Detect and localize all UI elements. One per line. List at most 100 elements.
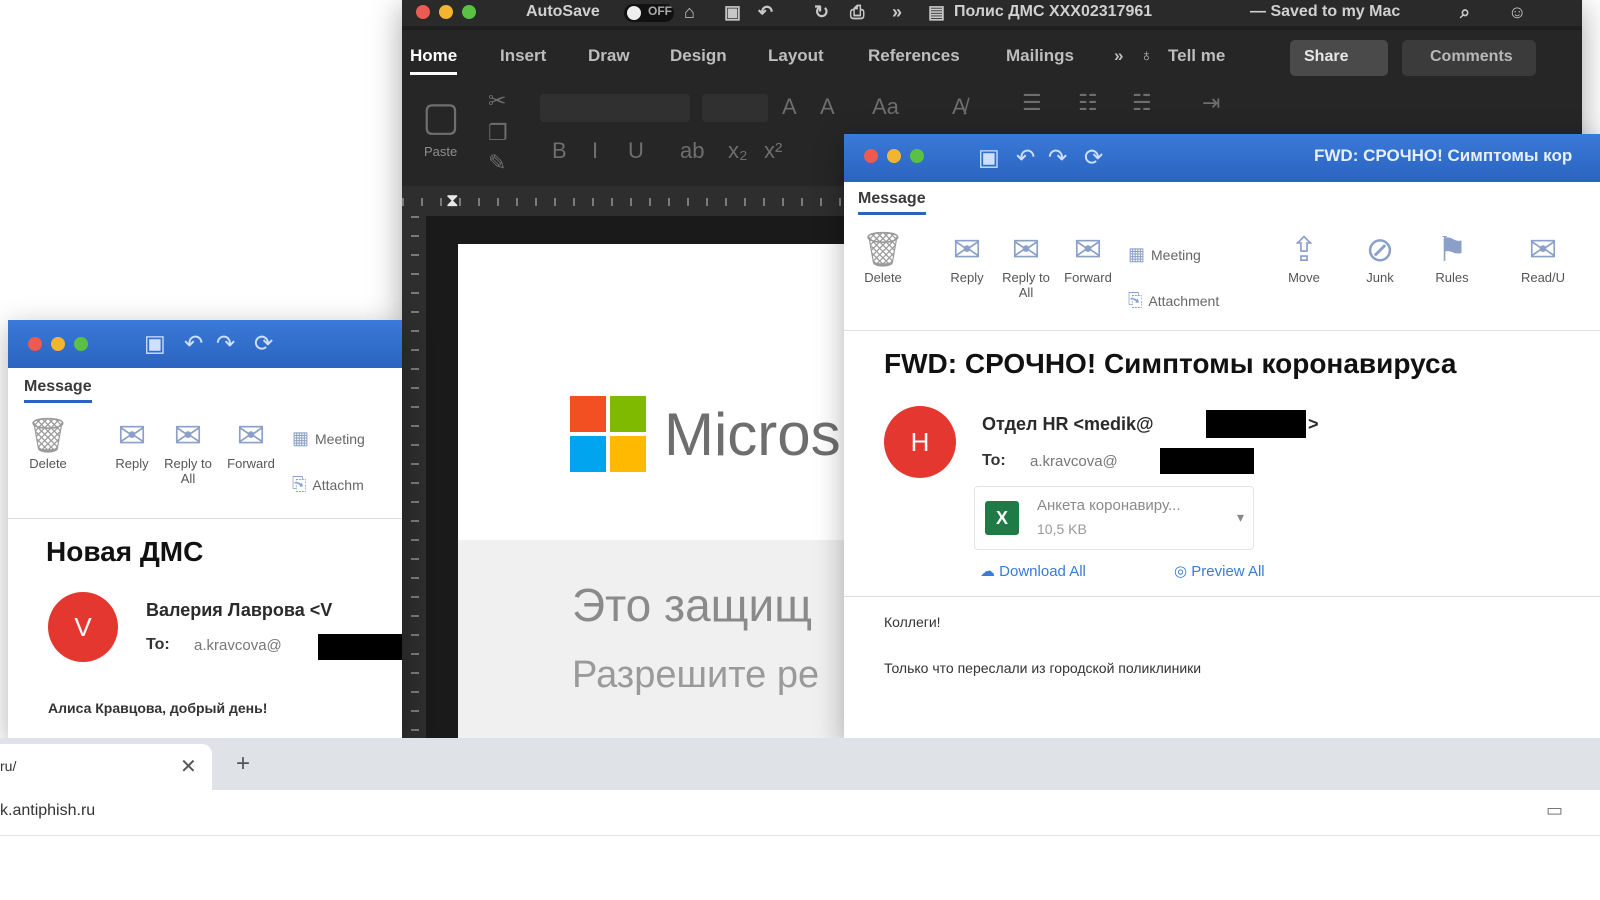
tab-layout[interactable]: Layout bbox=[768, 46, 824, 66]
clear-formatting-icon[interactable]: A̸ bbox=[952, 94, 967, 120]
indent-icon[interactable]: ⇥ bbox=[1202, 90, 1220, 116]
reply-button[interactable]: ✉ Reply bbox=[106, 416, 158, 471]
paste-icon[interactable]: ▢ bbox=[422, 94, 460, 140]
subscript-icon[interactable]: x₂ bbox=[728, 138, 748, 164]
undo-icon[interactable]: ↶ bbox=[758, 2, 773, 23]
tell-me-search[interactable]: Tell me bbox=[1168, 46, 1225, 66]
tab-design[interactable]: Design bbox=[670, 46, 727, 66]
address-bar[interactable]: k.antiphish.ru ▭ bbox=[0, 790, 1600, 836]
meeting-button[interactable]: ▦ Meeting bbox=[292, 428, 365, 449]
reply-button[interactable]: ✉ Reply bbox=[940, 230, 994, 285]
logo-square-red bbox=[570, 396, 606, 432]
attachment-size: 10,5 KB bbox=[1037, 521, 1087, 537]
save-icon[interactable]: ▣ bbox=[978, 144, 1000, 171]
account-icon[interactable]: ☺ bbox=[1508, 2, 1526, 23]
undo-icon[interactable]: ↶ bbox=[1016, 144, 1035, 171]
comments-button[interactable]: Comments bbox=[1402, 40, 1536, 76]
junk-button[interactable]: ⊘ Junk bbox=[1350, 230, 1410, 285]
save-icon[interactable]: ▣ bbox=[144, 330, 166, 357]
overflow-chevron-icon[interactable]: » bbox=[1114, 46, 1123, 66]
shrink-font-icon[interactable]: A bbox=[820, 94, 835, 120]
sender-name[interactable]: Отдел HR <medik@ bbox=[982, 414, 1154, 435]
sync-icon[interactable]: ⟳ bbox=[1084, 144, 1103, 171]
undo-icon[interactable]: ↶ bbox=[184, 330, 203, 357]
url-text[interactable]: k.antiphish.ru bbox=[0, 802, 95, 820]
search-icon[interactable]: ⌕ bbox=[1460, 2, 1470, 23]
delete-button[interactable]: 🗑 Delete bbox=[20, 416, 76, 471]
print-icon[interactable]: ⎙ bbox=[850, 2, 864, 23]
close-tab-icon[interactable]: ✕ bbox=[180, 754, 197, 779]
reply-all-button[interactable]: ✉ Reply to All bbox=[998, 230, 1054, 300]
browser-tab-title: ru/ bbox=[0, 758, 17, 774]
close-window-button[interactable] bbox=[864, 149, 878, 163]
forward-button[interactable]: ✉ Forward bbox=[220, 416, 282, 471]
window-controls bbox=[864, 149, 924, 163]
recipient-address[interactable]: a.kravcova@ bbox=[194, 637, 282, 654]
meeting-button[interactable]: ▦ Meeting bbox=[1128, 244, 1201, 265]
recipient-address[interactable]: a.kravcova@ bbox=[1030, 453, 1118, 470]
copy-icon[interactable]: ❐ bbox=[488, 120, 508, 146]
new-tab-icon[interactable]: + bbox=[236, 750, 250, 778]
more-icon[interactable]: » bbox=[892, 2, 902, 23]
logo-square-yellow bbox=[610, 436, 646, 472]
multilevel-list-icon[interactable]: ☵ bbox=[1132, 90, 1152, 116]
preview-all-link[interactable]: ◎ Preview All bbox=[1174, 562, 1265, 580]
change-case-icon[interactable]: Aa bbox=[872, 94, 899, 120]
sync-icon[interactable]: ⟳ bbox=[254, 330, 273, 357]
zoom-window-button[interactable] bbox=[462, 5, 476, 19]
chevron-down-icon[interactable]: ▾ bbox=[1237, 509, 1244, 526]
tab-insert[interactable]: Insert bbox=[500, 46, 546, 66]
indent-marker-icon[interactable]: ⧗ bbox=[446, 190, 459, 211]
tab-draw[interactable]: Draw bbox=[588, 46, 630, 66]
delete-button[interactable]: 🗑 Delete bbox=[856, 230, 910, 285]
format-painter-icon[interactable]: ✎ bbox=[488, 150, 506, 176]
document-protected-text: Это защищ bbox=[572, 579, 813, 631]
close-window-button[interactable] bbox=[28, 337, 42, 351]
autosave-toggle[interactable]: OFF bbox=[624, 4, 674, 22]
cloud-download-icon: ☁ bbox=[980, 563, 1000, 580]
font-size-select[interactable] bbox=[702, 94, 768, 122]
tab-mailings[interactable]: Mailings bbox=[1006, 46, 1074, 66]
forward-button[interactable]: ✉ Forward bbox=[1056, 230, 1120, 285]
minimize-window-button[interactable] bbox=[51, 337, 65, 351]
tab-references[interactable]: References bbox=[868, 46, 960, 66]
tab-home[interactable]: Home bbox=[410, 46, 458, 75]
forward-icon: ✉ bbox=[236, 417, 266, 455]
delete-label: Delete bbox=[29, 456, 67, 471]
close-window-button[interactable] bbox=[416, 5, 430, 19]
tab-message[interactable]: Message bbox=[24, 378, 92, 403]
redo-icon[interactable]: ↷ bbox=[1048, 144, 1067, 171]
redo-icon[interactable]: ↻ bbox=[814, 2, 829, 23]
attachment-button[interactable]: ⎘ Attachm bbox=[292, 474, 364, 495]
rules-button[interactable]: ⚑ Rules bbox=[1422, 230, 1482, 285]
home-icon[interactable]: ⌂ bbox=[684, 2, 695, 23]
attachment-card[interactable]: X Анкета коронавиру... 10,5 KB ▾ bbox=[974, 486, 1254, 550]
superscript-icon[interactable]: x² bbox=[764, 138, 782, 164]
cast-icon[interactable]: ▭ bbox=[1546, 800, 1563, 821]
saved-status[interactable]: — Saved to my Mac bbox=[1250, 3, 1400, 21]
italic-icon[interactable]: I bbox=[592, 138, 598, 164]
bold-icon[interactable]: B bbox=[552, 138, 567, 164]
sender-name[interactable]: Валерия Лаврова <V bbox=[146, 600, 332, 621]
browser-tab[interactable]: ru/ ✕ bbox=[0, 744, 212, 790]
download-all-link[interactable]: ☁ Download All bbox=[980, 562, 1086, 580]
move-button[interactable]: ⇪ Move bbox=[1272, 230, 1336, 285]
save-icon[interactable]: ▣ bbox=[724, 2, 741, 23]
tab-message[interactable]: Message bbox=[858, 190, 926, 215]
share-button[interactable]: Share bbox=[1290, 40, 1388, 76]
cut-icon[interactable]: ✂ bbox=[488, 88, 506, 114]
reply-all-button[interactable]: ✉ Reply to All bbox=[160, 416, 216, 486]
attachment-button[interactable]: ⎘ Attachment bbox=[1128, 290, 1219, 311]
grow-font-icon[interactable]: A bbox=[782, 94, 797, 120]
strikethrough-icon[interactable]: ab bbox=[680, 138, 704, 164]
read-unread-button[interactable]: ✉ Read/U bbox=[1508, 230, 1578, 285]
font-name-select[interactable] bbox=[540, 94, 690, 122]
redo-icon[interactable]: ↷ bbox=[216, 330, 235, 357]
minimize-window-button[interactable] bbox=[887, 149, 901, 163]
bullets-icon[interactable]: ☰ bbox=[1022, 90, 1042, 116]
underline-icon[interactable]: U bbox=[628, 138, 644, 164]
zoom-window-button[interactable] bbox=[74, 337, 88, 351]
minimize-window-button[interactable] bbox=[439, 5, 453, 19]
numbering-icon[interactable]: ☷ bbox=[1078, 90, 1098, 116]
zoom-window-button[interactable] bbox=[910, 149, 924, 163]
